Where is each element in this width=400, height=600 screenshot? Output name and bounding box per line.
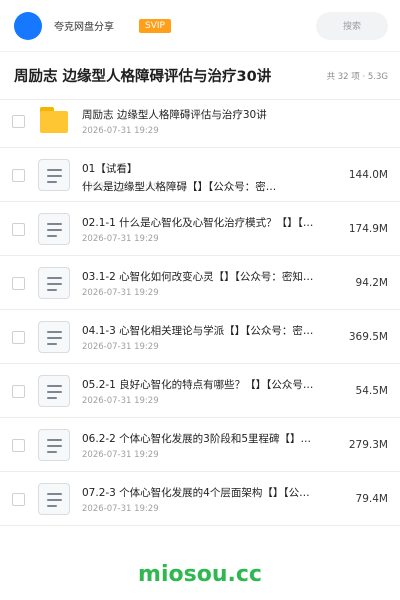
top-bar: 夸克网盘分享 SVIP 搜索 xyxy=(0,0,400,52)
select-checkbox[interactable] xyxy=(12,439,25,452)
folder-header: 周励志 边缘型人格障碍评估与治疗30讲 共 32 项 · 5.3G xyxy=(0,52,400,100)
file-name: 02.1-1 什么是心智化及心智化治疗模式？【】【… xyxy=(82,217,314,229)
page-title: 周励志 边缘型人格障碍评估与治疗30讲 xyxy=(14,69,272,85)
select-checkbox[interactable] xyxy=(12,223,25,236)
watermark-text: miosou.cc xyxy=(138,562,262,587)
svip-badge: SVIP xyxy=(139,18,171,33)
file-size: 94.2M xyxy=(355,277,388,289)
file-name: 01【试看】 xyxy=(82,163,138,175)
list-item[interactable]: 03.1-2 心智化如何改变心灵【】【公众号：密知… 2026-07-31 19… xyxy=(0,256,400,310)
select-checkbox[interactable] xyxy=(12,277,25,290)
document-icon xyxy=(38,321,70,353)
folder-icon xyxy=(38,105,70,137)
file-size: 174.9M xyxy=(348,223,388,235)
file-date: 2026-07-31 19:29 xyxy=(82,396,159,406)
file-date: 2026-07-31 19:29 xyxy=(82,342,159,352)
share-owner-name: 夸克网盘分享 xyxy=(54,22,114,33)
file-name: 06.2-2 个体心智化发展的3阶段和5里程碑【】… xyxy=(82,433,312,445)
file-date: 2026-07-31 19:29 xyxy=(82,450,159,460)
list-item[interactable]: 06.2-2 个体心智化发展的3阶段和5里程碑【】… 2026-07-31 19… xyxy=(0,418,400,472)
select-checkbox[interactable] xyxy=(12,385,25,398)
file-name-line2: 什么是边缘型人格障碍【】【公众号：密… xyxy=(82,181,277,193)
file-name: 周励志 边缘型人格障碍评估与治疗30讲 xyxy=(82,109,267,121)
select-checkbox[interactable] xyxy=(12,493,25,506)
file-date: 2026-07-31 19:29 xyxy=(82,234,159,244)
select-checkbox[interactable] xyxy=(12,115,25,128)
search-input[interactable]: 搜索 xyxy=(316,11,388,40)
list-item[interactable]: 07.2-3 个体心智化发展的4个层面架构【】【公… 2026-07-31 19… xyxy=(0,472,400,526)
document-icon xyxy=(38,267,70,299)
list-item[interactable]: 周励志 边缘型人格障碍评估与治疗30讲 2026-07-31 19:29 xyxy=(0,94,400,148)
file-size: 144.0M xyxy=(348,169,388,181)
file-name: 03.1-2 心智化如何改变心灵【】【公众号：密知… xyxy=(82,271,314,283)
document-icon xyxy=(38,375,70,407)
folder-item-count: 共 32 项 · 5.3G xyxy=(326,71,388,82)
list-item[interactable]: 02.1-1 什么是心智化及心智化治疗模式？【】【… 2026-07-31 19… xyxy=(0,202,400,256)
file-size: 79.4M xyxy=(355,493,388,505)
list-item[interactable]: 05.2-1 良好心智化的特点有哪些？【】【公众号… 2026-07-31 19… xyxy=(0,364,400,418)
file-date: 2026-07-31 19:29 xyxy=(82,504,159,514)
document-icon xyxy=(38,483,70,515)
avatar[interactable] xyxy=(14,11,42,40)
file-date: 2026-07-31 19:29 xyxy=(82,126,159,136)
file-name: 07.2-3 个体心智化发展的4个层面架构【】【公… xyxy=(82,487,310,499)
select-checkbox[interactable] xyxy=(12,331,25,344)
file-date: 2026-07-31 19:29 xyxy=(82,288,159,298)
document-icon xyxy=(38,213,70,245)
file-size: 279.3M xyxy=(348,439,388,451)
file-name: 05.2-1 良好心智化的特点有哪些？【】【公众号… xyxy=(82,379,314,391)
select-checkbox[interactable] xyxy=(12,169,25,182)
document-icon xyxy=(38,429,70,461)
list-item[interactable]: 01【试看】 2026-07-31 19:29 什么是边缘型人格障碍【】【公众号… xyxy=(0,148,400,202)
list-item[interactable]: 04.1-3 心智化相关理论与学派【】【公众号：密… 2026-07-31 19… xyxy=(0,310,400,364)
file-name: 04.1-3 心智化相关理论与学派【】【公众号：密… xyxy=(82,325,314,337)
file-size: 369.5M xyxy=(348,331,388,343)
document-icon xyxy=(38,159,70,191)
file-size: 54.5M xyxy=(355,385,388,397)
